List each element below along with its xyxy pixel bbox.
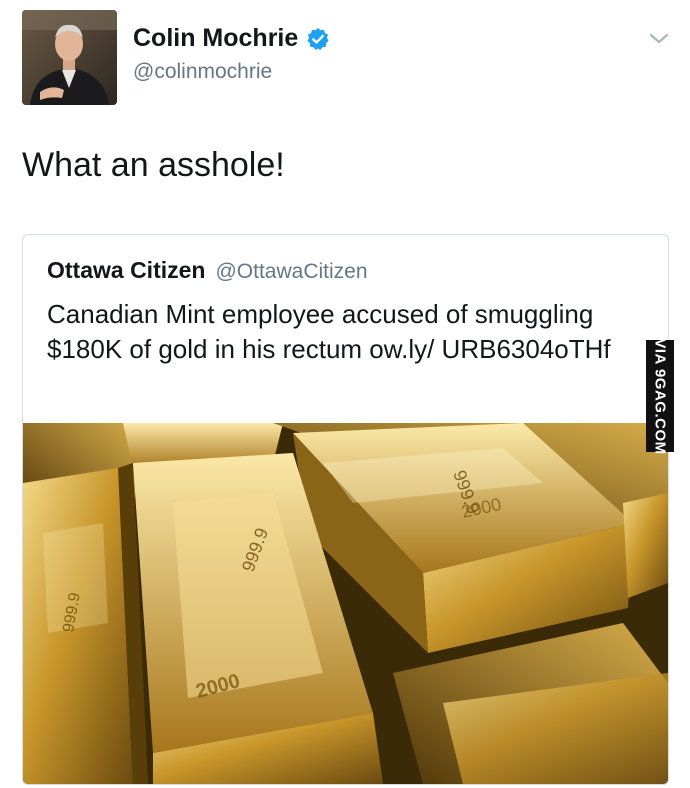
author-name-row: Colin Mochrie xyxy=(133,24,330,53)
quoted-author-handle[interactable]: @OttawaCitizen xyxy=(215,260,367,284)
quoted-author-name[interactable]: Ottawa Citizen xyxy=(47,257,205,284)
tweet-text: What an asshole! xyxy=(22,146,285,184)
watermark: VIA 9GAG.COM xyxy=(646,337,674,455)
author-name[interactable]: Colin Mochrie xyxy=(133,24,298,53)
avatar[interactable] xyxy=(22,10,117,105)
quoted-tweet-header: Ottawa Citizen @OttawaCitizen xyxy=(47,257,368,284)
chevron-down-icon[interactable] xyxy=(648,32,670,46)
watermark-text: VIA 9GAG.COM xyxy=(651,337,669,455)
quoted-tweet-text: Canadian Mint employee accused of smuggl… xyxy=(47,299,611,364)
author-handle[interactable]: @colinmochrie xyxy=(133,60,272,84)
quoted-tweet-card[interactable]: Ottawa Citizen @OttawaCitizen Canadian M… xyxy=(22,234,669,785)
verified-badge-icon xyxy=(307,27,329,50)
gold-bars-image[interactable]: 999.9 999.9 999.9 2000 2000 xyxy=(23,423,668,784)
